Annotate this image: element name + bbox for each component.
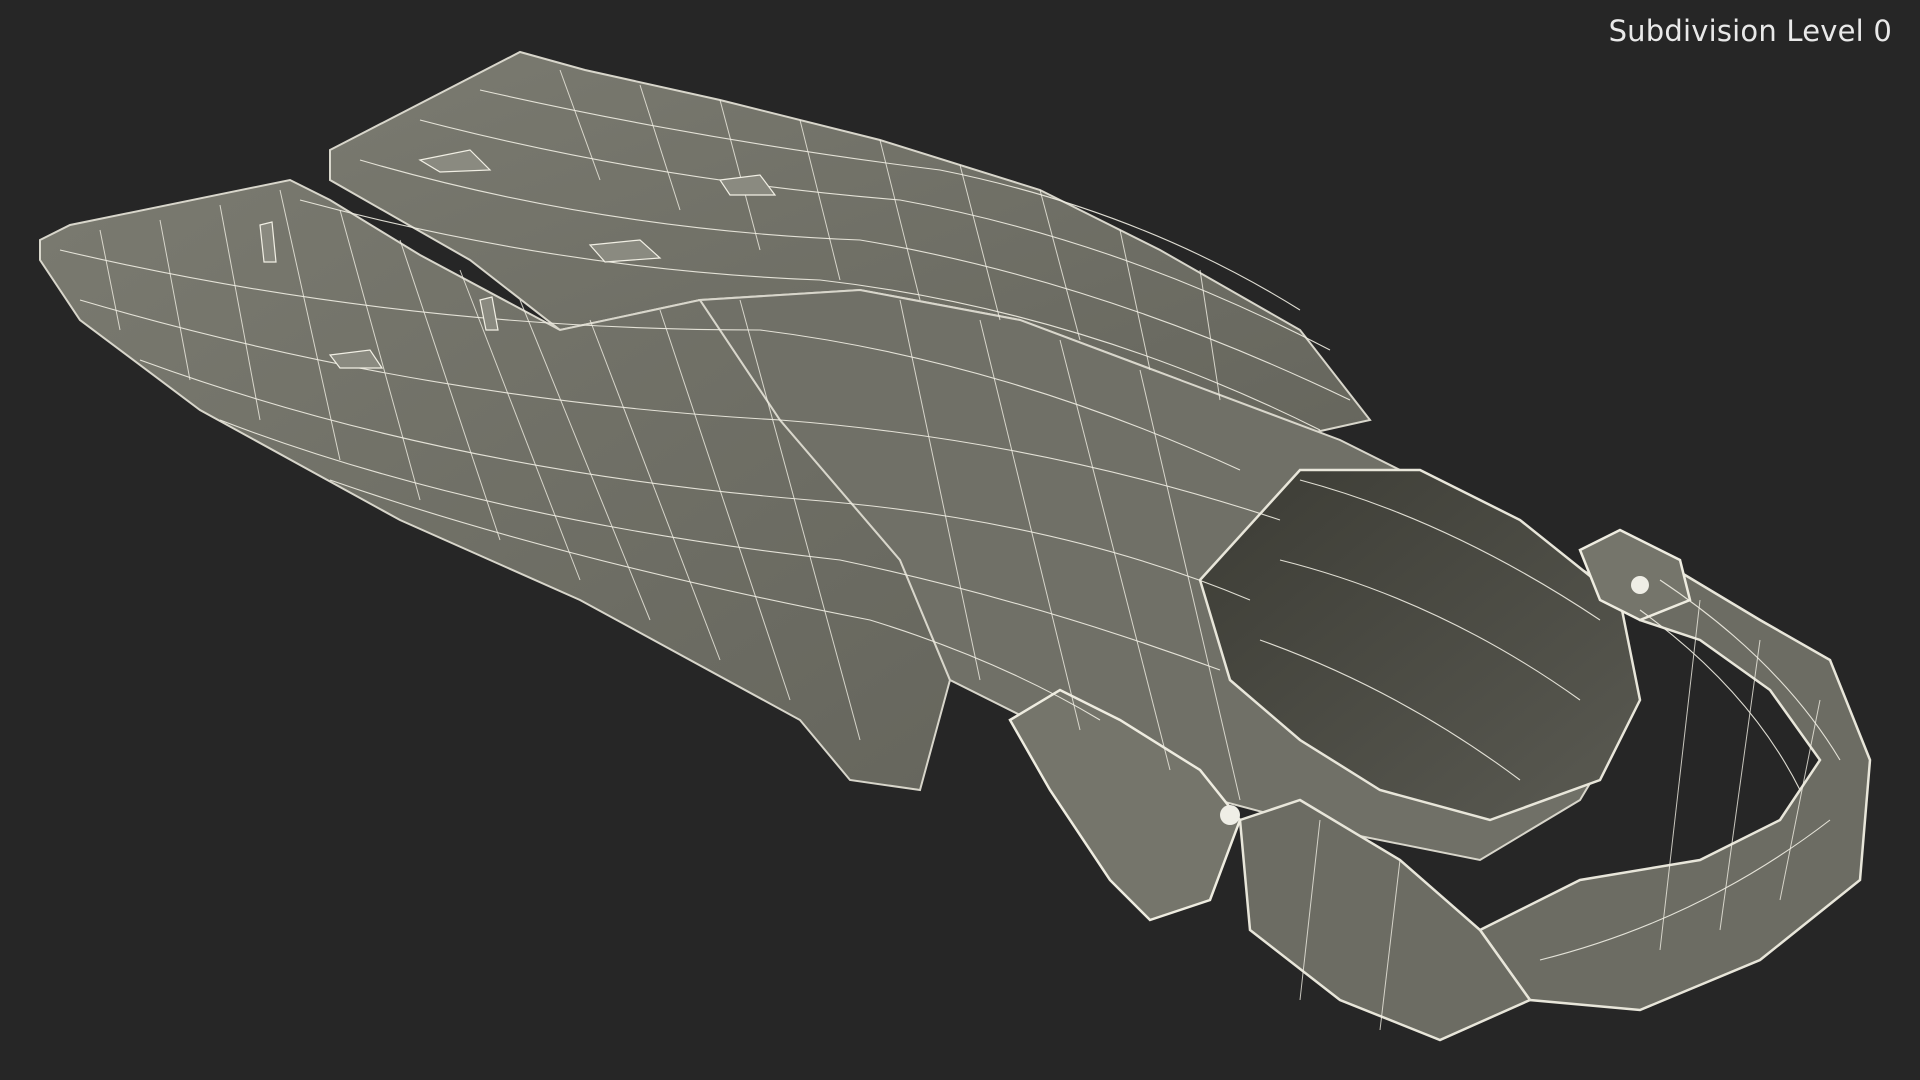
- rivet-right: [1631, 576, 1649, 594]
- rivet-left: [1220, 805, 1240, 825]
- fin-wireframe-model: [39, 50, 1872, 1042]
- render-viewport: Subdivision Level 0: [0, 0, 1920, 1080]
